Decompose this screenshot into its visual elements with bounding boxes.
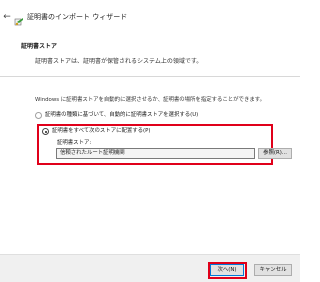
title-bar: ← 証明書のインポート ウィザード: [0, 0, 300, 30]
browse-button[interactable]: 参照(R)...: [258, 148, 292, 159]
radio-place-all-label: 証明書をすべて次のストアに配置する(P): [52, 128, 151, 134]
back-arrow-icon[interactable]: ←: [3, 12, 11, 22]
radio-auto-select-circle[interactable]: [35, 112, 42, 119]
import-wizard-window: ← 証明書のインポート ウィザード 証明書ストア 証明書ストアは、証明書が保管さ…: [0, 0, 300, 282]
radio-auto-select-label: 証明書の種類に基づいて、自動的に証明書ストアを選択する(U): [45, 112, 199, 118]
certificate-wizard-icon: [14, 12, 24, 26]
header-divider: [0, 76, 300, 77]
info-text: Windows に証明書ストアを自動的に選択させるか、証明書の場所を指定すること…: [35, 97, 265, 103]
store-field[interactable]: 信頼されたルート証明機関: [56, 148, 255, 159]
section-title: 証明書ストア: [21, 43, 58, 50]
store-label: 証明書ストア:: [57, 140, 92, 146]
next-button[interactable]: 次へ(N): [210, 264, 244, 276]
section-description: 証明書ストアは、証明書が保管されるシステム上の領域です。: [35, 58, 203, 65]
wizard-title: 証明書のインポート ウィザード: [27, 13, 128, 21]
radio-place-all-circle[interactable]: [42, 128, 49, 135]
cancel-button[interactable]: キャンセル: [254, 264, 292, 276]
